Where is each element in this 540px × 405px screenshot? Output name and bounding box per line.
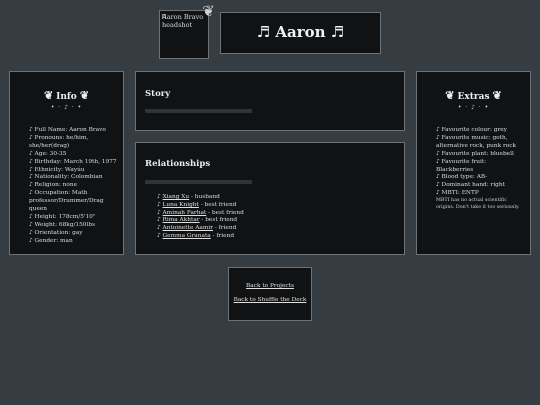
relationship-link[interactable]: Aminah Farhat [163,210,207,216]
ornament-divider: • · ♪ · • [457,104,490,111]
list-item: ♪ Weight: 68kg/150lbs [29,221,96,228]
story-panel: Story [135,71,405,131]
list-item: ♪ Gemma Granata - friend [157,232,235,239]
back-to-projects-link[interactable]: Back to Projects [229,283,311,289]
list-item: ♪ Favourite music: goth, alternative roc… [436,134,517,149]
list-item: ♪ Height: 178cm/5'10" [29,213,96,220]
info-panel: ❦ Info ❦ • · ♪ · • ♪ Full Name: Aaron Brav… [9,71,124,255]
relationship-role: - husband [189,194,220,200]
section-divider [145,109,252,113]
list-item: ♪ Favourite fruit: Blackberries [436,158,487,173]
relationship-link[interactable]: Xiang Xu [163,194,190,200]
headshot-image: Aaron Bravo headshot [162,13,204,29]
relationship-role: - friend [213,225,237,232]
list-item: ♪ Birthday: March 19th, 1977 [29,158,117,165]
info-heading: Info [56,92,77,102]
extras-list: ♪ Favourite colour: grey ♪ Favourite mus… [436,127,524,211]
relationship-link[interactable]: Luna Knight [163,202,199,208]
wing-icon: ❦ [445,89,455,102]
story-heading: Story [145,89,171,99]
relationships-list: ♪ Xiang Xu - husband ♪ Luna Knight - bes… [157,194,244,241]
relationship-link[interactable]: Rima Akhtar [163,217,200,223]
list-item: ♪ Orientation: gay [29,229,83,236]
relationship-role: - best friend [198,201,237,208]
info-list: ♪ Full Name: Aaron Bravo ♪ Pronouns: he/… [29,127,117,246]
info-heading-row: ❦ Info ❦ [10,89,123,102]
title-panel: ♬ Aaron ♬ [220,12,381,54]
wing-icon: ❦ [202,2,215,20]
extras-heading-row: ❦ Extras ❦ [417,89,530,102]
list-item: ♪ Pronouns: he/him, she/her(drag) [29,134,89,149]
relationship-role: - best friend [206,209,244,216]
list-item: ♪ Xiang Xu - husband [157,194,220,200]
relationship-link[interactable]: Gemma Granata [163,233,211,239]
section-divider [145,180,252,184]
relationships-panel: Relationships ♪ Xiang Xu - husband ♪ Lun… [135,142,405,255]
back-to-deck-link[interactable]: Back to Shuffle the Deck [229,297,311,303]
extras-panel: ❦ Extras ❦ • · ♪ · • ♪ Favourite colour: g… [416,71,531,255]
wing-icon: ❦ [79,89,90,102]
list-item: ♪ MBTI: ENTP [436,190,479,197]
relationship-role: - best friend [199,217,238,224]
page-title: ♬ Aaron ♬ [256,23,345,41]
list-item: ♪ Gender: man [29,237,73,244]
relationships-heading: Relationships [145,159,211,169]
navigation-panel: Back to Projects Back to Shuffle the Dec… [228,267,312,321]
list-item: ♪ Luna Knight - best friend [157,201,237,208]
wing-icon: ❦ [43,89,54,102]
ornament-divider: • · ♪ · • [50,104,83,111]
relationship-link[interactable]: Antoinette Aamir [163,225,213,231]
list-item: ♪ Occupation: Math professor/Drummer/Dra… [29,190,104,213]
mbti-note: MBTI has no actual scientific origins. D… [436,198,520,210]
list-item: ♪ Antoinette Aamir - friend [157,225,237,232]
wing-icon: ❦ [492,89,502,102]
list-item: ♪ Age: 30-35 [29,150,67,157]
list-item: ♪ Favourite colour: grey [436,127,507,133]
list-item: ♪ Full Name: Aaron Bravo [29,127,106,133]
relationship-role: - friend [210,232,235,239]
extras-heading: Extras [457,92,490,102]
list-item: ♪ Favourite plant: bluebell [436,150,514,157]
